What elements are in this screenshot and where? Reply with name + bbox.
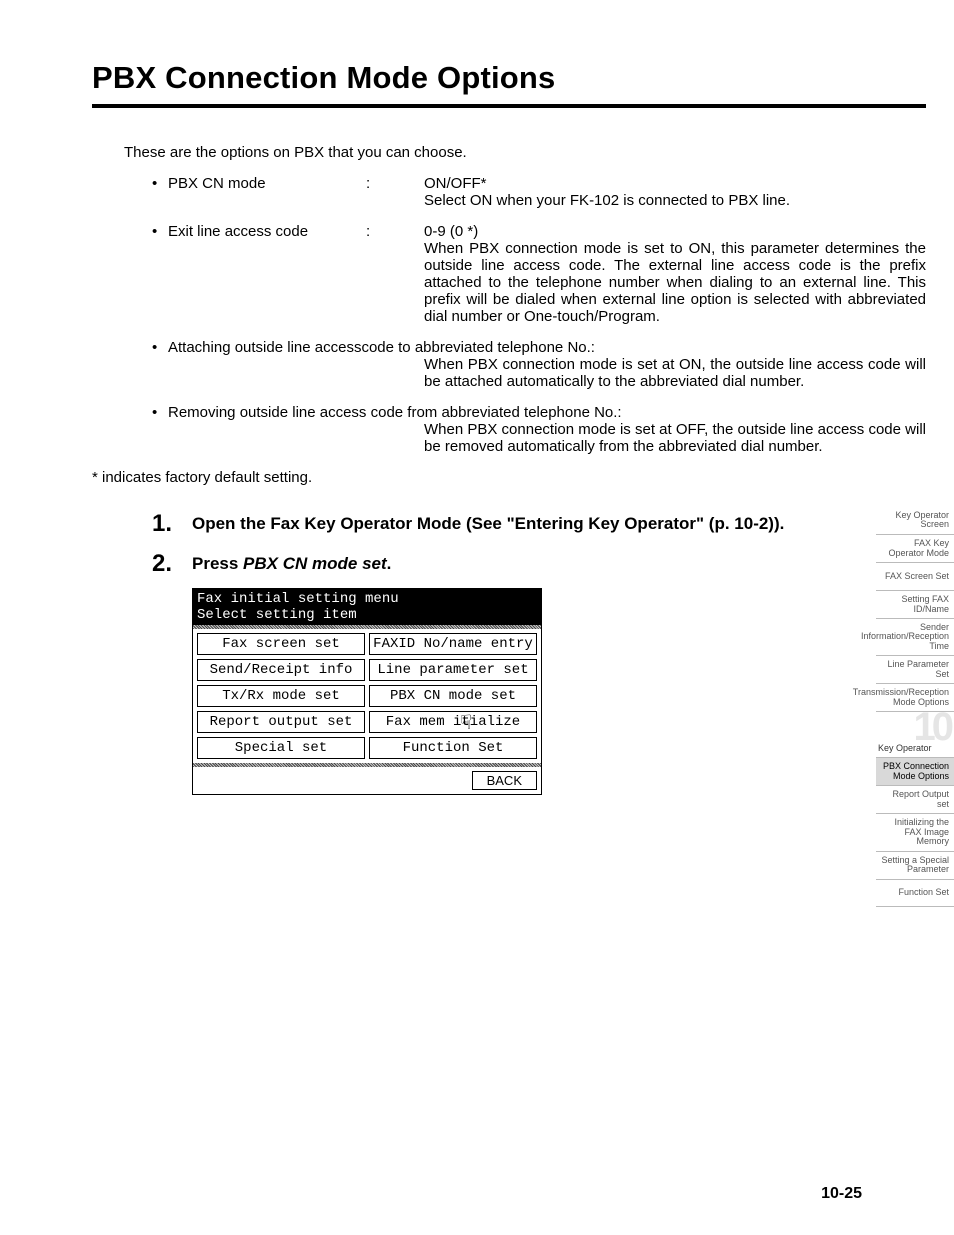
option-value: 0-9 (0 *) [424, 223, 926, 240]
option-item: Exit line access code : 0-9 (0 *) When P… [152, 223, 926, 325]
screen-button-report-output-set[interactable]: Report output set [197, 711, 365, 733]
option-value: ON/OFF* [424, 175, 926, 192]
option-desc: When PBX connection mode is set at ON, t… [424, 356, 926, 390]
screen-back-button[interactable]: BACK [472, 771, 537, 790]
option-desc: When PBX connection mode is set to ON, t… [424, 240, 926, 325]
step-em: PBX CN mode set [243, 554, 387, 573]
screen-header-line: Select setting item [197, 607, 537, 623]
screen-button-function-set[interactable]: Function Set [369, 737, 537, 759]
side-tab[interactable]: Key Operator Screen [876, 506, 954, 534]
option-label: Removing outside line access code from a… [168, 404, 926, 421]
page-number: 10-25 [821, 1185, 862, 1203]
side-tabs: Key Operator Screen FAX Key Operator Mod… [876, 506, 954, 907]
page-title: PBX Connection Mode Options [92, 60, 926, 96]
step-text: Press PBX CN mode set. [192, 554, 391, 573]
side-tab[interactable]: Sender Information/Reception Time [876, 618, 954, 655]
screen-header-line: Fax initial setting menu [197, 591, 537, 607]
screen-button-fax-screen-set[interactable]: Fax screen set [197, 633, 365, 655]
step-2: Press PBX CN mode set. Fax initial setti… [152, 554, 926, 795]
option-label: PBX CN mode [168, 175, 366, 209]
screen-button-send-receipt-info[interactable]: Send/Receipt info [197, 659, 365, 681]
screen-button-fax-mem-initialize[interactable]: Fax mem itialize ☟ [369, 711, 537, 733]
device-screen: Fax initial setting menu Select setting … [192, 588, 542, 795]
side-tab[interactable]: FAX Screen Set [876, 562, 954, 590]
footnote: * indicates factory default setting. [92, 469, 926, 486]
side-tab[interactable]: Function Set [876, 879, 954, 907]
side-tab[interactable]: FAX Key Operator Mode [876, 534, 954, 562]
option-item: Removing outside line access code from a… [152, 404, 926, 455]
step-1: Open the Fax Key Operator Mode (See "Ent… [152, 514, 926, 534]
side-tab[interactable]: Initializing the FAX Image Memory [876, 813, 954, 850]
option-desc: When PBX connection mode is set at OFF, … [424, 421, 926, 455]
step-suffix: . [387, 554, 392, 573]
screen-button-label: Fax mem itialize [386, 714, 520, 730]
option-item: PBX CN mode : ON/OFF* Select ON when you… [152, 175, 926, 209]
step-prefix: Press [192, 554, 243, 573]
intro-text: These are the options on PBX that you ca… [124, 144, 926, 161]
chapter-number: 10 [914, 706, 951, 748]
option-item: Attaching outside line accesscode to abb… [152, 339, 926, 390]
option-colon: : [366, 175, 424, 209]
option-label: Attaching outside line accesscode to abb… [168, 339, 926, 356]
side-tab-active[interactable]: PBX Connection Mode Options [876, 757, 954, 785]
screen-button-line-parameter-set[interactable]: Line parameter set [369, 659, 537, 681]
screen-button-label: Function Set [403, 740, 504, 756]
screen-button-special-set[interactable]: Special set [197, 737, 365, 759]
option-label: Exit line access code [168, 223, 366, 325]
side-tab[interactable]: Setting a Special Parameter [876, 851, 954, 879]
side-tab[interactable]: Report Output set [876, 785, 954, 813]
option-colon: : [366, 223, 424, 325]
step-text: Open the Fax Key Operator Mode (See "Ent… [192, 514, 784, 533]
screen-button-pbx-cn-mode-set[interactable]: PBX CN mode set [369, 685, 537, 707]
screen-button-txrx-mode-set[interactable]: Tx/Rx mode set [197, 685, 365, 707]
screen-button-faxid-entry[interactable]: FAXID No/name entry [369, 633, 537, 655]
side-tab[interactable]: Setting FAX ID/Name [876, 590, 954, 618]
title-rule [92, 104, 926, 108]
side-tab-chapter[interactable]: 10 Key Operator [876, 711, 954, 757]
side-tab[interactable]: Line Parameter Set [876, 655, 954, 683]
screen-header: Fax initial setting menu Select setting … [193, 589, 541, 625]
option-desc: Select ON when your FK-102 is connected … [424, 192, 926, 209]
chapter-label: Key Operator [878, 744, 932, 753]
